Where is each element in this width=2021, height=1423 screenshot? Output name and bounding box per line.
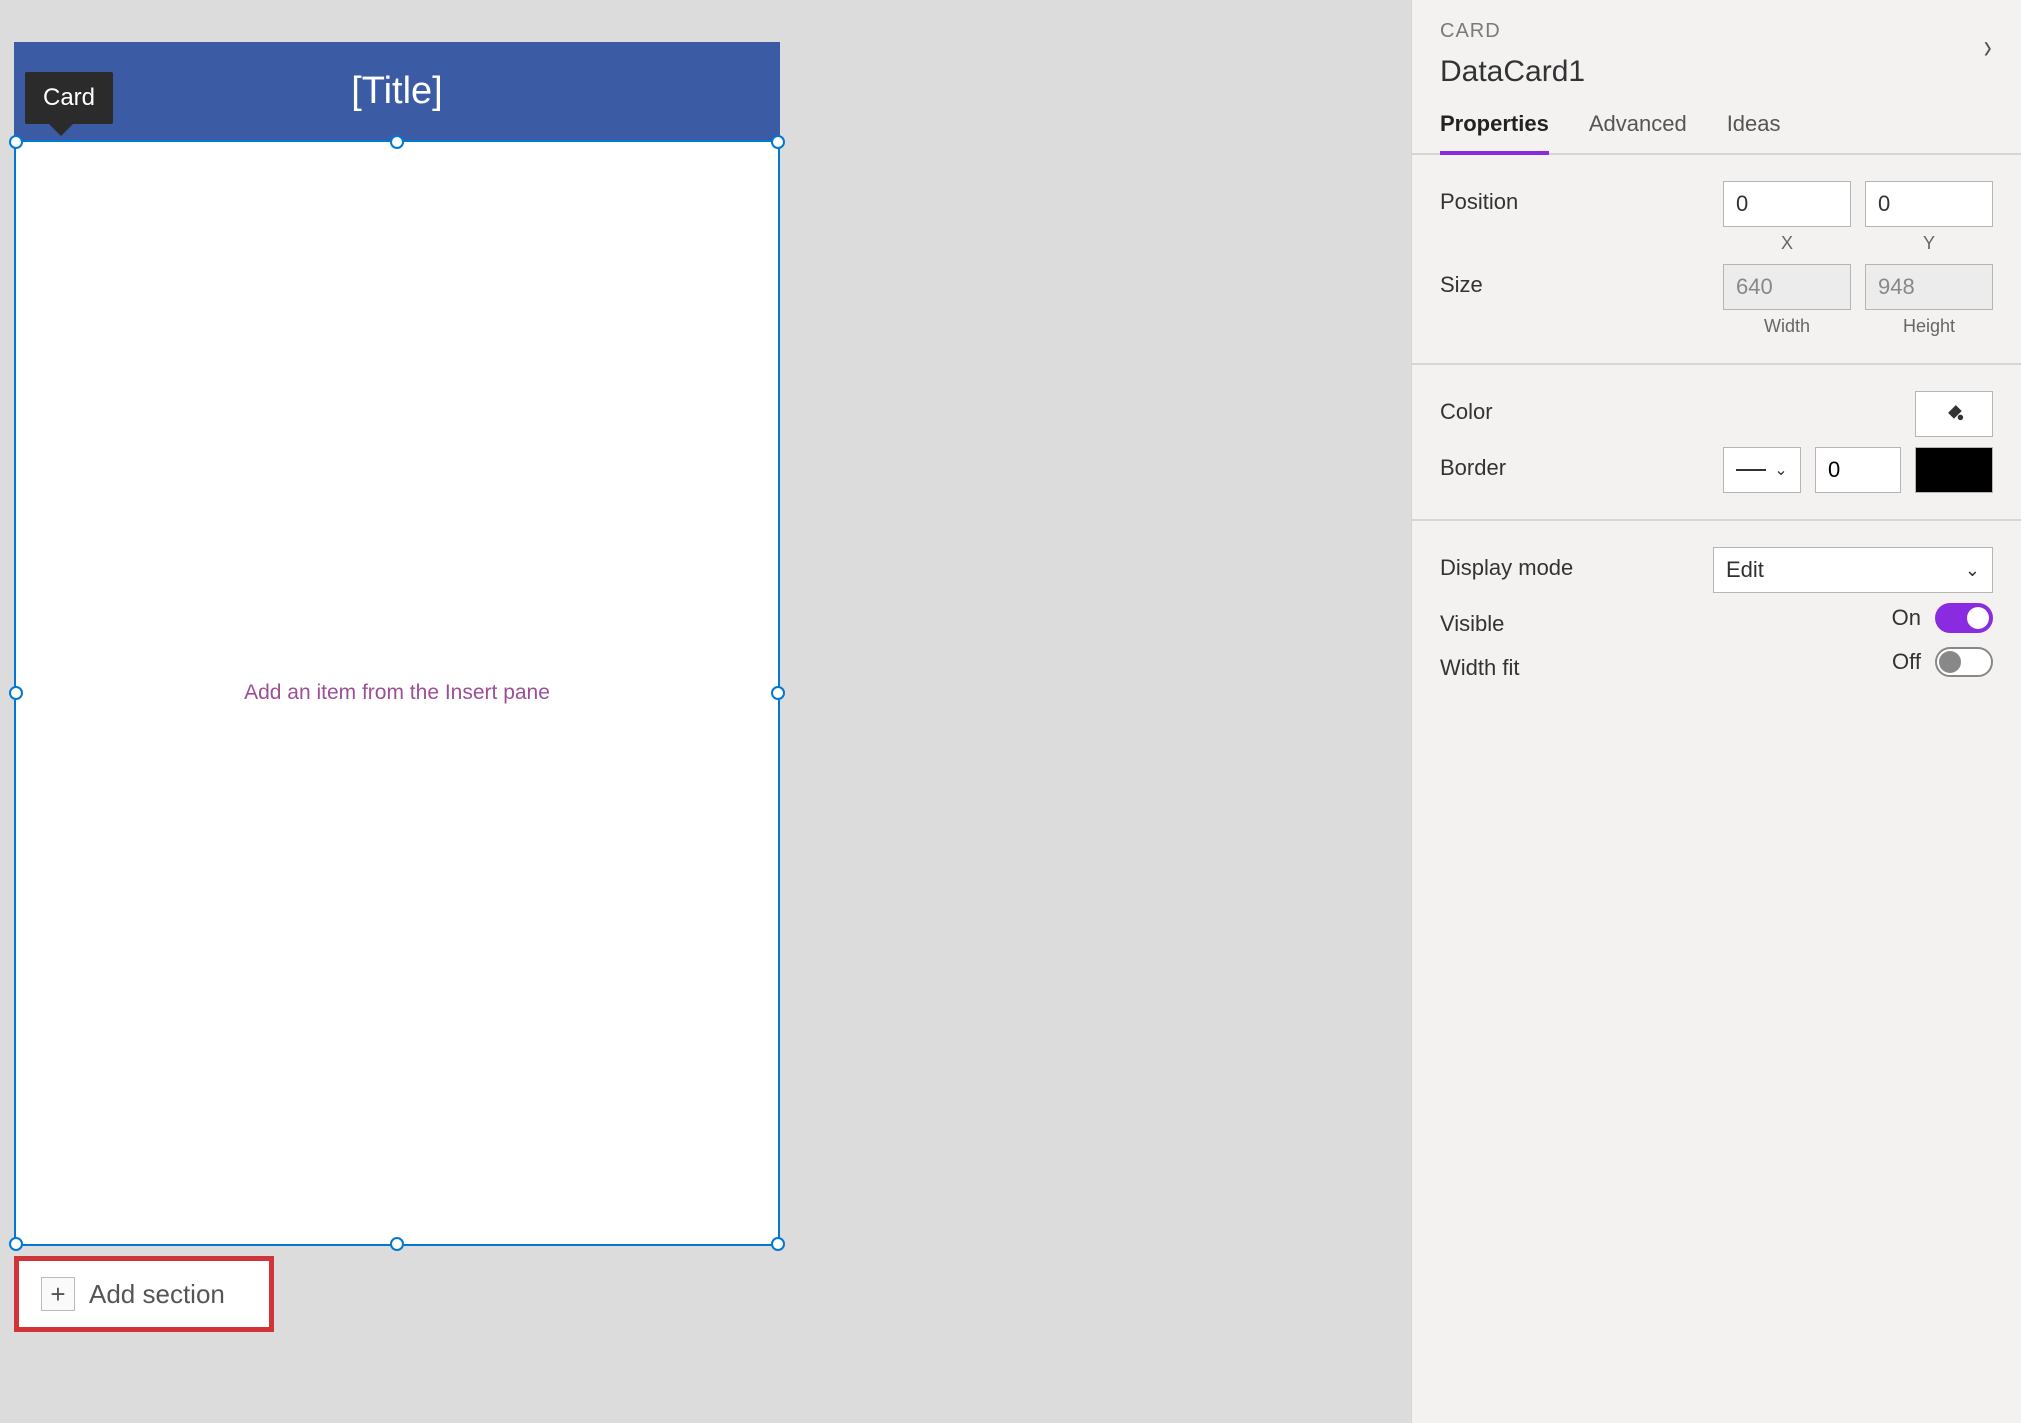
- tab-advanced[interactable]: Advanced: [1589, 111, 1687, 153]
- row-color: Color: [1440, 391, 1993, 437]
- label-size: Size: [1440, 264, 1483, 298]
- label-position: Position: [1440, 181, 1518, 215]
- row-border: Border ⌄: [1440, 447, 1993, 493]
- card-title: [Title]: [351, 70, 443, 113]
- label-border: Border: [1440, 447, 1506, 481]
- size-width-input: [1723, 264, 1851, 310]
- position-x-sublabel: X: [1781, 233, 1793, 254]
- label-color: Color: [1440, 391, 1493, 425]
- row-visible: Visible On: [1440, 603, 1993, 637]
- card-container[interactable]: [Title] Add an item from the Insert pane: [14, 42, 780, 1246]
- size-height-sublabel: Height: [1903, 316, 1955, 337]
- position-y-sublabel: Y: [1923, 233, 1935, 254]
- display-mode-select[interactable]: Edit ⌄: [1713, 547, 1993, 593]
- label-width-fit: Width fit: [1440, 647, 1519, 681]
- chevron-right-icon[interactable]: ›: [1983, 28, 1991, 67]
- chevron-down-icon: ⌄: [1965, 560, 1980, 581]
- section-behavior: Display mode Edit ⌄ Visible On Width fit…: [1412, 521, 2021, 707]
- section-style: Color Border ⌄: [1412, 365, 2021, 521]
- toggle-knob: [1967, 607, 1989, 629]
- border-style-select[interactable]: ⌄: [1723, 447, 1801, 493]
- tab-properties[interactable]: Properties: [1440, 111, 1549, 155]
- color-picker-button[interactable]: [1915, 391, 1993, 437]
- card-tooltip-label: Card: [43, 84, 95, 111]
- border-line-icon: [1736, 469, 1766, 471]
- insert-placeholder-text: Add an item from the Insert pane: [244, 681, 550, 705]
- toggle-knob: [1939, 651, 1961, 673]
- add-section-label: Add section: [89, 1279, 225, 1310]
- add-section-button[interactable]: + Add section: [14, 1256, 274, 1332]
- pane-header: CARD DataCard1 ›: [1412, 0, 2021, 89]
- card-header: [Title]: [14, 42, 780, 140]
- card-body[interactable]: Add an item from the Insert pane: [14, 140, 780, 1246]
- pane-category: CARD: [1440, 20, 1993, 43]
- visible-toggle[interactable]: [1935, 603, 1993, 633]
- visible-state-label: On: [1892, 605, 1921, 631]
- display-mode-value: Edit: [1726, 557, 1764, 583]
- pane-tabs: Properties Advanced Ideas: [1412, 89, 2021, 155]
- pane-control-name: DataCard1: [1440, 55, 1993, 89]
- label-display-mode: Display mode: [1440, 547, 1573, 581]
- paint-bucket-icon: [1943, 400, 1965, 428]
- size-height-input: [1865, 264, 1993, 310]
- border-width-input[interactable]: [1815, 447, 1901, 493]
- width-fit-state-label: Off: [1892, 649, 1921, 675]
- plus-icon: +: [41, 1277, 75, 1311]
- size-width-sublabel: Width: [1764, 316, 1810, 337]
- card-tooltip: Card: [25, 72, 113, 124]
- border-color-swatch[interactable]: [1915, 447, 1993, 493]
- row-position: Position X Y: [1440, 181, 1993, 254]
- position-y-input[interactable]: [1865, 181, 1993, 227]
- row-size: Size Width Height: [1440, 264, 1993, 337]
- chevron-down-icon: ⌄: [1774, 460, 1787, 480]
- label-visible: Visible: [1440, 603, 1504, 637]
- property-pane: CARD DataCard1 › Properties Advanced Ide…: [1411, 0, 2021, 1423]
- canvas-area: [Title] Add an item from the Insert pane…: [0, 0, 1411, 1423]
- tab-ideas[interactable]: Ideas: [1727, 111, 1781, 153]
- row-width-fit: Width fit Off: [1440, 647, 1993, 681]
- width-fit-toggle[interactable]: [1935, 647, 1993, 677]
- row-display-mode: Display mode Edit ⌄: [1440, 547, 1993, 593]
- section-layout: Position X Y Size Width: [1412, 155, 2021, 365]
- position-x-input[interactable]: [1723, 181, 1851, 227]
